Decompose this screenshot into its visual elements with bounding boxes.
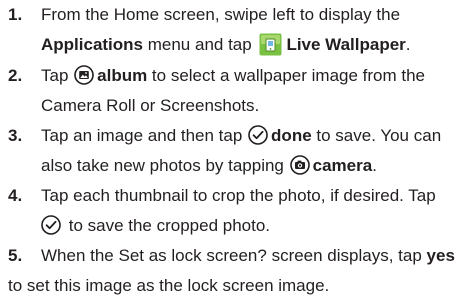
album-icon <box>74 65 94 85</box>
step-1-line-2: Applications menu and tap Live Wallpaper… <box>41 30 411 60</box>
step-4-text-2: to save the cropped photo. <box>64 216 271 235</box>
step-4-text: Tap each thumbnail to crop the photo, if… <box>41 186 436 205</box>
step-5-line-1: When the Set as lock screen? screen disp… <box>41 241 455 271</box>
step-5-text: When the Set as lock screen? screen disp… <box>41 246 427 265</box>
step-5: 5. When the Set as lock screen? screen d… <box>0 241 468 301</box>
step-4-line-1: Tap each thumbnail to crop the photo, if… <box>41 181 436 211</box>
step-2: 2. Tap album to select a wallpaper image… <box>0 61 468 121</box>
step-1-line-1: From the Home screen, swipe left to disp… <box>41 0 400 30</box>
step-2-line-2: Camera Roll or Screenshots. <box>41 91 259 121</box>
step-2-text-2: to select a wallpaper image from the <box>147 66 426 85</box>
step-4-line-2: to save the cropped photo. <box>41 211 270 241</box>
instruction-list: 1. From the Home screen, swipe left to d… <box>0 0 472 301</box>
step-number: 3. <box>8 126 23 145</box>
checkmark-circle-icon <box>41 215 61 235</box>
live-wallpaper-label: Live Wallpaper <box>286 35 406 54</box>
step-3-text-2: to save. You can <box>311 126 442 145</box>
step-5-line-2: to set this image as the lock screen ima… <box>8 271 329 301</box>
step-number: 2. <box>8 66 23 85</box>
live-wallpaper-app-icon <box>259 33 282 56</box>
step-1-text-2: menu and tap <box>143 35 257 54</box>
step-2-text: Tap <box>41 66 74 85</box>
step-2-text-3: Camera Roll or Screenshots. <box>41 96 260 115</box>
step-3: 3. Tap an image and then tap done to sav… <box>0 121 468 181</box>
step-4: 4. Tap each thumbnail to crop the photo,… <box>0 181 468 241</box>
step-number: 4. <box>8 186 23 205</box>
yes-label: yes <box>426 246 455 265</box>
step-1-period: . <box>405 35 411 54</box>
applications-label: Applications <box>41 35 144 54</box>
step-1: 1. From the Home screen, swipe left to d… <box>0 0 468 60</box>
checkmark-circle-icon <box>248 125 268 145</box>
step-3-line-1: Tap an image and then tap done to save. … <box>41 121 441 151</box>
step-1-text: From the Home screen, swipe left to disp… <box>41 5 401 24</box>
done-label: done <box>271 126 312 145</box>
step-2-line-1: Tap album to select a wallpaper image fr… <box>41 61 425 91</box>
step-5-text-2: to set this image as the lock screen ima… <box>8 276 330 295</box>
step-3-period: . <box>372 156 377 175</box>
step-number: 1. <box>8 5 23 24</box>
step-3-line-2: also take new photos by tapping camera. <box>41 151 377 181</box>
step-3-text-3: also take new photos by tapping <box>41 156 289 175</box>
camera-label: camera <box>312 156 373 175</box>
step-number: 5. <box>8 246 23 265</box>
step-3-text: Tap an image and then tap <box>41 126 248 145</box>
camera-icon <box>289 155 310 175</box>
album-label: album <box>97 66 148 85</box>
